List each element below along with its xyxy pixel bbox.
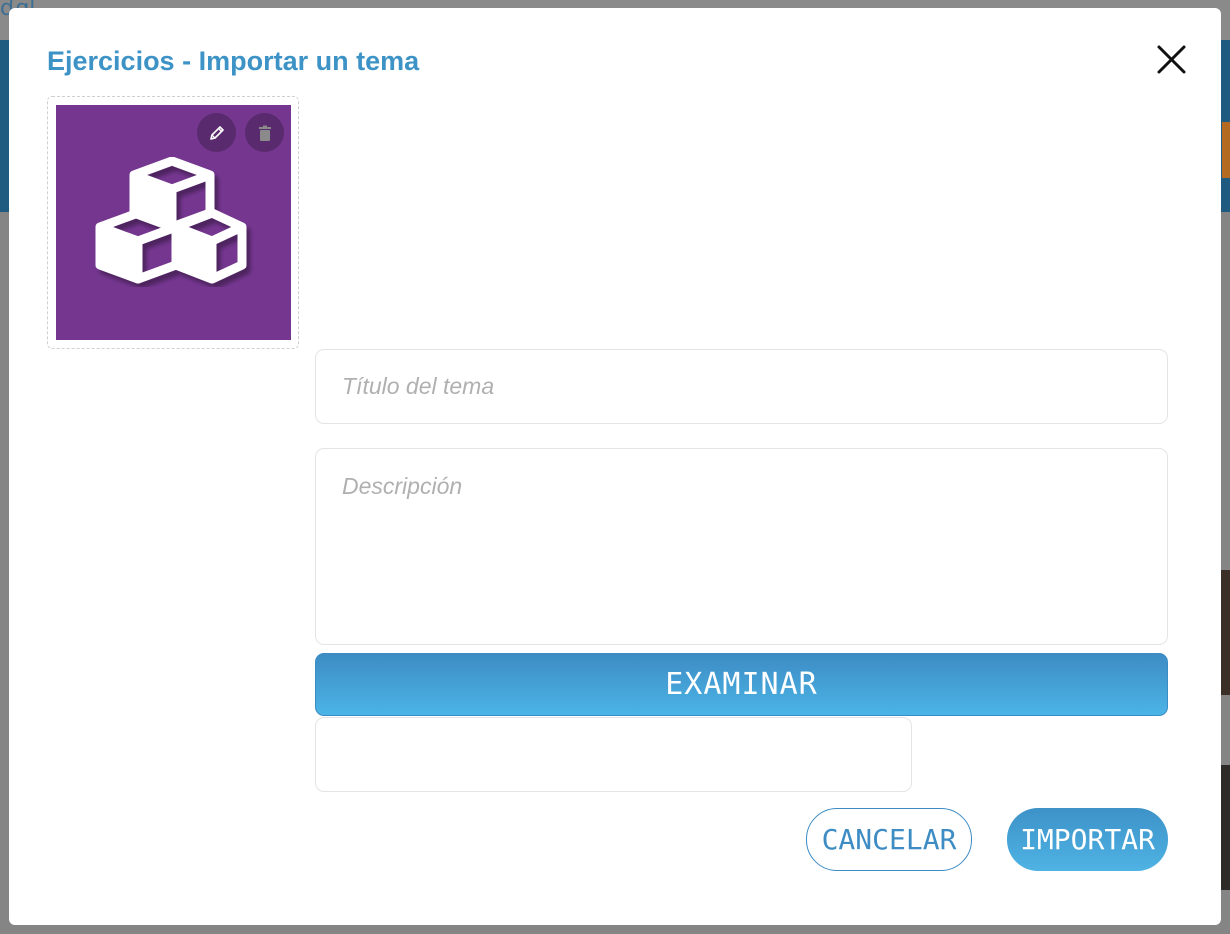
dialog-title: Ejercicios - Importar un tema: [47, 46, 420, 76]
import-button[interactable]: IMPORTAR: [1007, 808, 1168, 871]
topic-image[interactable]: [56, 105, 291, 340]
close-icon: [1157, 45, 1186, 74]
cancel-button[interactable]: CANCELAR: [806, 808, 972, 871]
edit-image-button[interactable]: [197, 113, 236, 152]
close-button[interactable]: [1153, 44, 1189, 76]
trash-icon: [258, 125, 271, 141]
delete-image-button[interactable]: [245, 113, 284, 152]
topic-description-input[interactable]: [315, 448, 1168, 645]
topic-title-input[interactable]: [315, 349, 1168, 424]
selected-file-field: [315, 717, 912, 792]
background-photo: [1220, 570, 1230, 695]
background-orange-element: [1222, 122, 1230, 178]
cubes-icon: [95, 157, 247, 284]
pencil-icon: [209, 125, 224, 140]
browse-button[interactable]: EXAMINAR: [315, 653, 1168, 716]
import-topic-dialog: Ejercicios - Importar un tema Título del…: [9, 8, 1221, 925]
background-photo-2: [1220, 765, 1230, 890]
topic-image-frame: [47, 96, 299, 349]
